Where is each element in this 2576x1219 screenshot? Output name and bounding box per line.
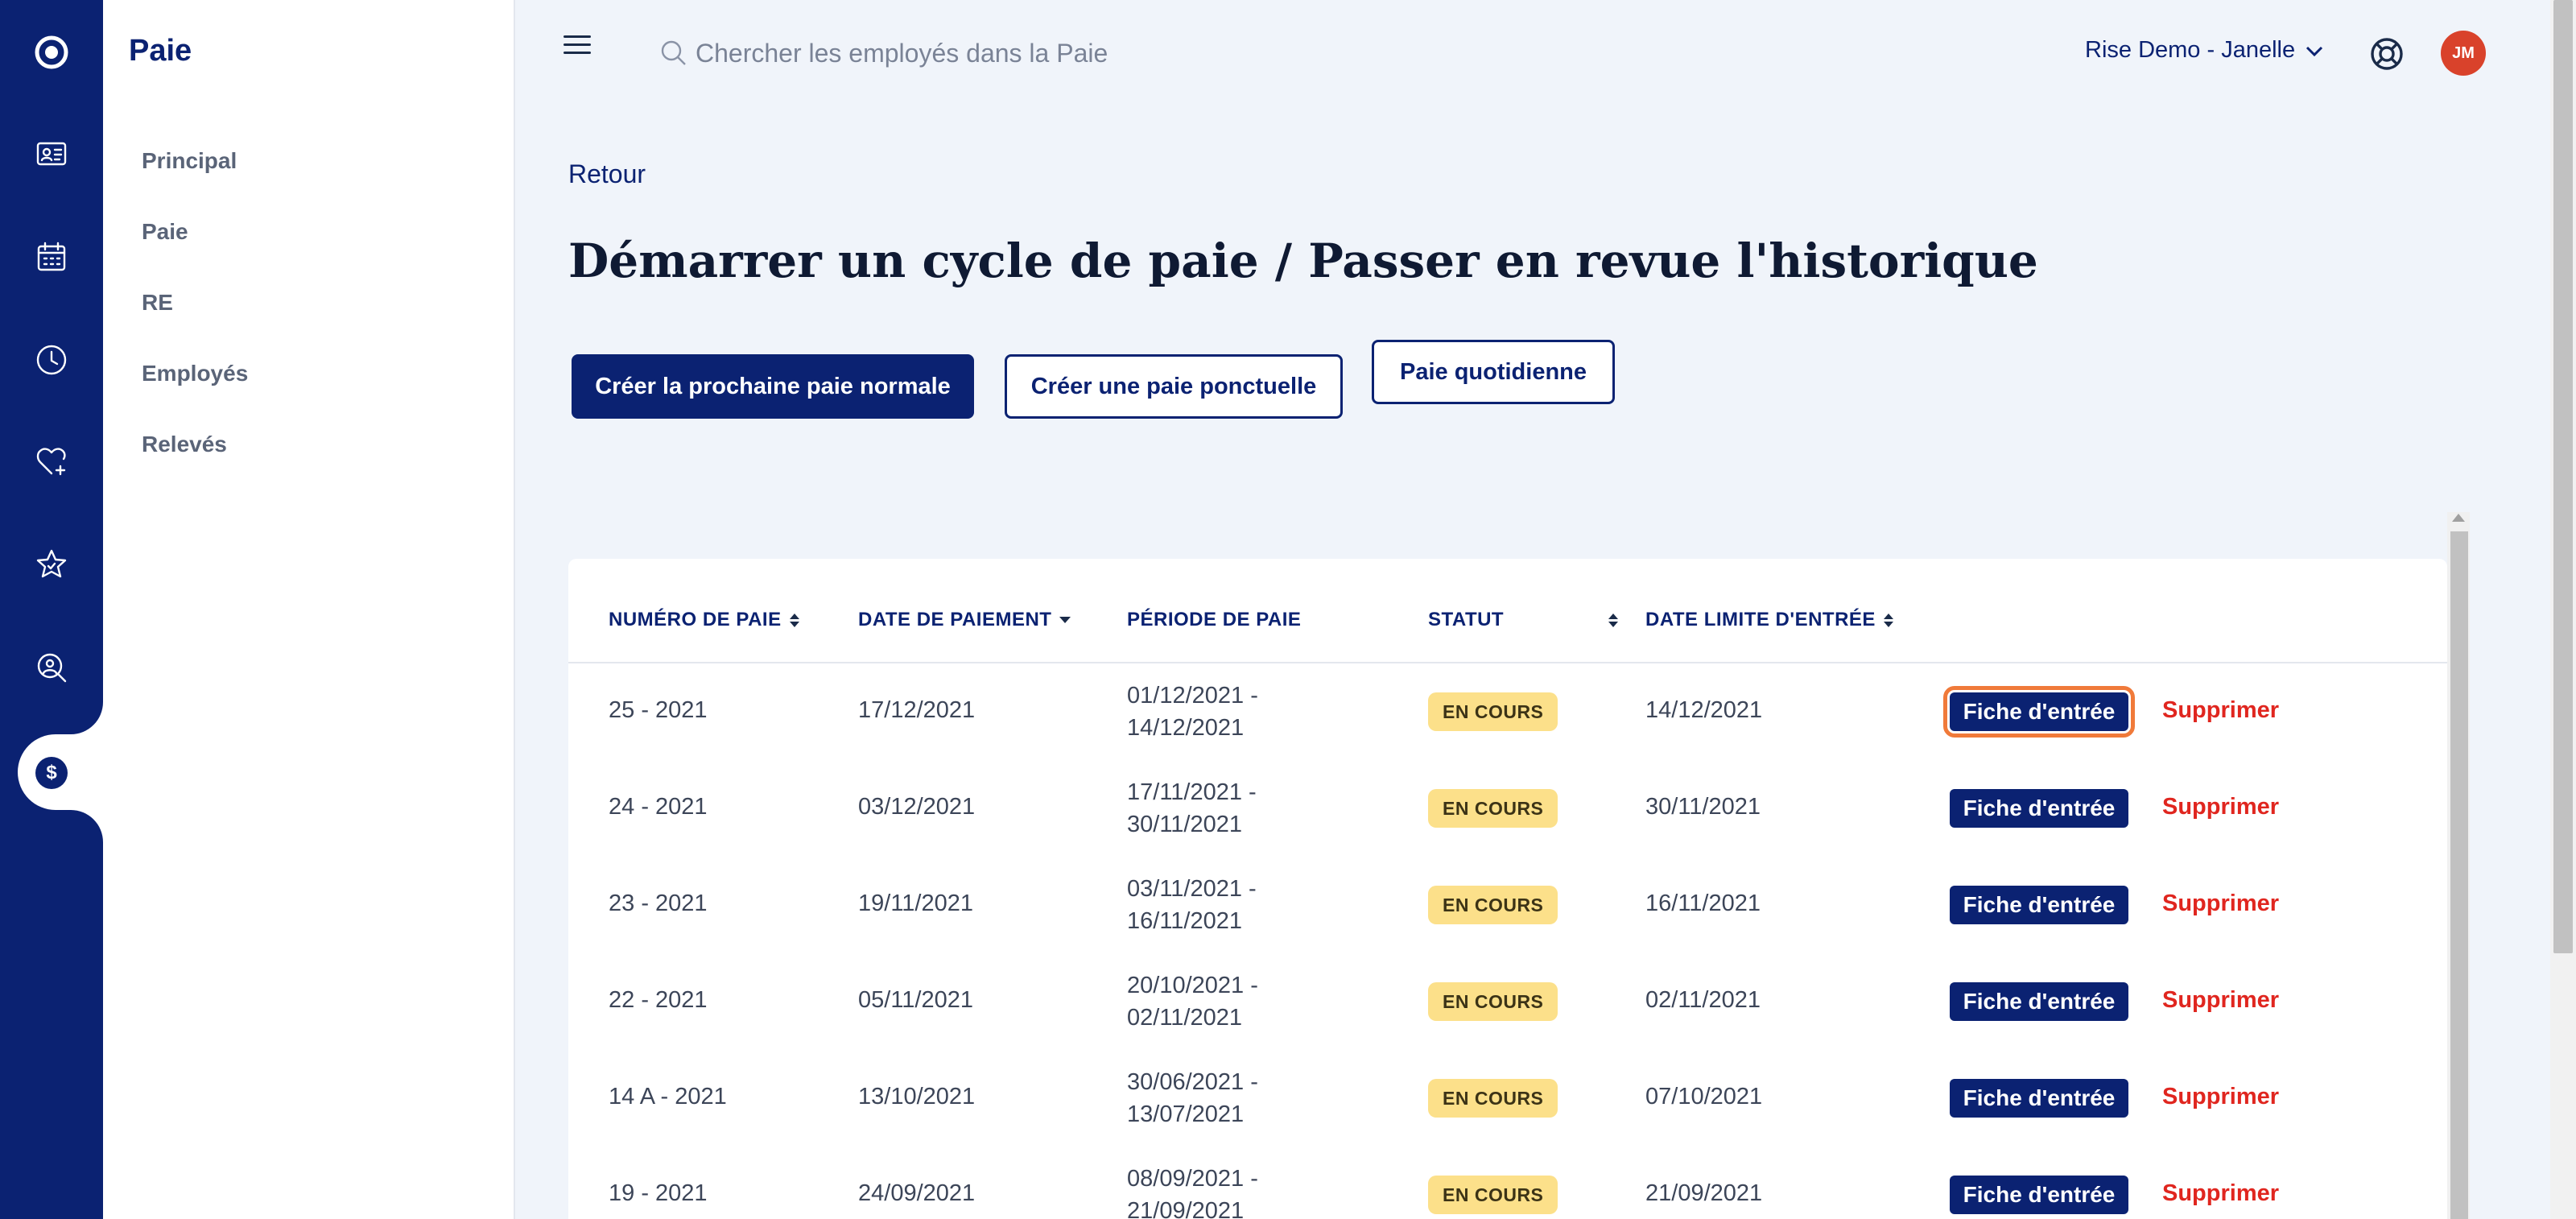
table-row: 19 - 2021 24/09/2021 08/09/2021 -21/09/2… [568,1147,2447,1219]
cell-payment-date: 05/11/2021 [858,987,973,1013]
sort-icon [1608,613,1619,627]
delete-link[interactable]: Supprimer [2162,1084,2279,1110]
cell-period: 03/11/2021 -16/11/2021 [1127,876,1257,934]
chevron-down-icon [2306,46,2323,56]
logo-icon[interactable] [0,16,103,89]
table-row: 22 - 2021 05/11/2021 20/10/2021 -02/11/2… [568,953,2447,1050]
create-next-payroll-button[interactable]: Créer la prochaine paie normale [572,354,974,419]
star-icon[interactable] [0,528,103,601]
table-row: 24 - 2021 03/12/2021 17/11/2021 -30/11/2… [568,760,2447,857]
cell-payment-date: 13/10/2021 [858,1084,976,1109]
menu-icon[interactable] [564,35,591,55]
table-row: 25 - 2021 17/12/2021 01/12/2021 -14/12/2… [568,663,2447,760]
cell-number: 25 - 2021 [609,697,708,723]
cell-period: 08/09/2021 -21/09/2021 [1127,1166,1258,1219]
daily-payroll-button[interactable]: Paie quotidienne [1372,340,1615,404]
entry-sheet-button[interactable]: Fiche d'entrée [1943,686,2135,738]
cell-number: 14 A - 2021 [609,1084,727,1109]
column-header-payment-date[interactable]: DATE DE PAIEMENT [858,609,1071,631]
cell-period: 20/10/2021 -02/11/2021 [1127,973,1258,1031]
delete-link[interactable]: Supprimer [2162,890,2279,917]
cell-period: 30/06/2021 -13/07/2021 [1127,1069,1258,1127]
search-input[interactable] [696,38,1275,68]
rail-active-corner [71,702,103,734]
table-row: 23 - 2021 19/11/2021 03/11/2021 -16/11/2… [568,857,2447,953]
search-bar [658,32,1302,74]
cell-payment-date: 24/09/2021 [858,1180,976,1206]
cell-deadline: 21/09/2021 [1645,1180,1763,1206]
status-badge: EN COURS [1428,886,1558,924]
cell-period: 17/11/2021 -30/11/2021 [1127,779,1257,837]
cell-deadline: 14/12/2021 [1645,697,1763,723]
entry-sheet-button[interactable]: Fiche d'entrée [1950,982,2128,1021]
rail-active-corner [71,810,103,842]
cell-payment-date: 03/12/2021 [858,794,976,820]
cell-period: 01/12/2021 -14/12/2021 [1127,683,1258,741]
entry-sheet-button[interactable]: Fiche d'entrée [1950,789,2128,828]
subnav-item-principal[interactable]: Principal [142,148,237,174]
create-oneoff-payroll-button[interactable]: Créer une paie ponctuelle [1005,354,1343,419]
status-badge: EN COURS [1428,1176,1558,1214]
table-scrollbar-thumb[interactable] [2450,531,2468,1219]
delete-link[interactable]: Supprimer [2162,1180,2279,1207]
sort-descending-icon [1059,617,1071,623]
column-header-status[interactable]: STATUT [1428,609,1619,631]
clock-icon[interactable] [0,324,103,396]
subnav-item-re[interactable]: RE [142,290,173,316]
cell-payment-date: 19/11/2021 [858,890,973,916]
subnav-item-employes[interactable]: Employés [142,361,248,386]
cell-payment-date: 17/12/2021 [858,697,976,723]
status-badge: EN COURS [1428,1079,1558,1118]
heart-plus-icon[interactable] [0,425,103,498]
status-badge: EN COURS [1428,789,1558,828]
sub-navigation: Paie Principal Paie RE Employés Relevés [103,0,515,1219]
cell-number: 22 - 2021 [609,987,708,1013]
status-badge: EN COURS [1428,692,1558,731]
page-title: Démarrer un cycle de paie / Passer en re… [568,233,2038,288]
calendar-icon[interactable] [0,221,103,293]
table-row: 14 A - 2021 13/10/2021 30/06/2021 -13/07… [568,1050,2447,1147]
column-header-period: PÉRIODE DE PAIE [1127,609,1302,630]
status-badge: EN COURS [1428,982,1558,1021]
subnav-item-releves[interactable]: Relevés [142,432,227,457]
lifebuoy-icon[interactable] [2368,35,2405,72]
cell-deadline: 16/11/2021 [1645,890,1761,916]
search-icon [661,40,686,65]
cell-number: 23 - 2021 [609,890,708,916]
back-link[interactable]: Retour [568,159,646,189]
icon-rail: $ [0,0,103,1219]
sort-icon [1883,613,1893,627]
scroll-up-arrow-icon[interactable] [2452,514,2465,522]
id-card-icon[interactable] [0,118,103,190]
dollar-icon[interactable]: $ [35,757,68,789]
entry-sheet-button[interactable]: Fiche d'entrée [1950,1079,2128,1118]
company-name: Rise Demo - Janelle [2085,37,2296,63]
delete-link[interactable]: Supprimer [2162,987,2279,1014]
entry-sheet-button[interactable]: Fiche d'entrée [1950,1176,2128,1214]
cell-number: 19 - 2021 [609,1180,708,1206]
cell-deadline: 30/11/2021 [1645,794,1761,820]
company-switcher[interactable]: Rise Demo - Janelle [2085,37,2326,64]
cell-number: 24 - 2021 [609,794,708,820]
delete-link[interactable]: Supprimer [2162,794,2279,820]
cell-deadline: 02/11/2021 [1645,987,1761,1013]
subnav-title: Paie [129,34,192,68]
column-header-number[interactable]: NUMÉRO DE PAIE [609,609,799,631]
page-scrollbar-thumb[interactable] [2553,0,2573,953]
entry-sheet-button[interactable]: Fiche d'entrée [1950,886,2128,924]
user-avatar[interactable]: JM [2441,31,2486,76]
cell-deadline: 07/10/2021 [1645,1084,1763,1109]
delete-link[interactable]: Supprimer [2162,697,2279,724]
column-header-deadline[interactable]: DATE LIMITE D'ENTRÉE [1645,609,1893,631]
person-search-icon[interactable] [0,631,103,704]
sort-icon [789,613,799,627]
subnav-item-paie[interactable]: Paie [142,219,188,245]
